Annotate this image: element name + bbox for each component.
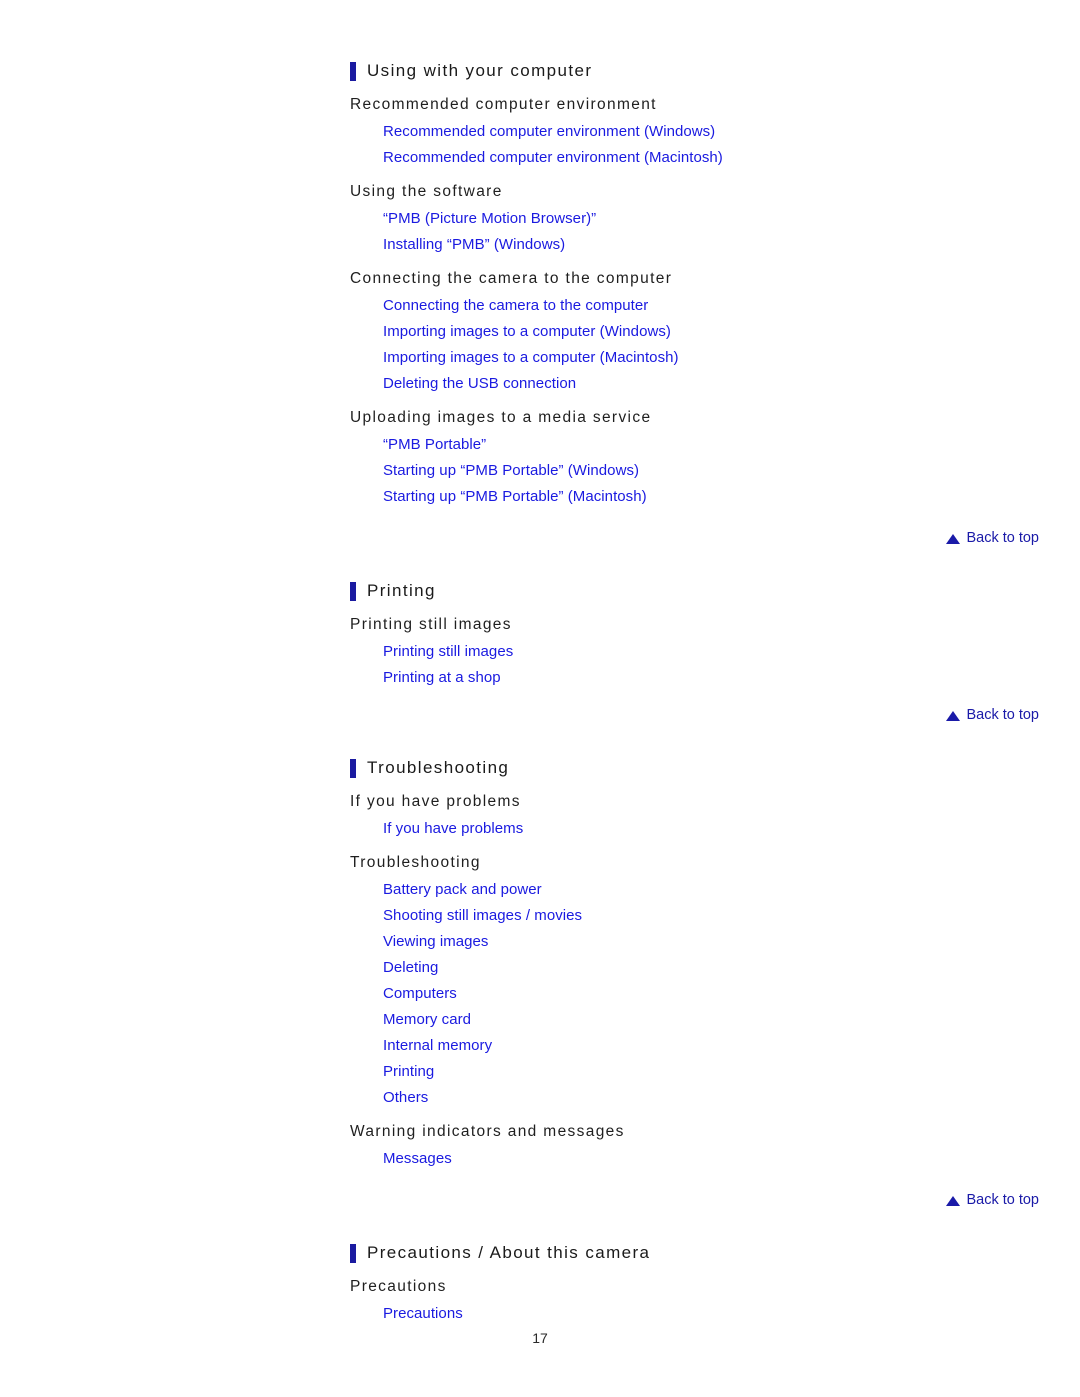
- link-list: Recommended computer environment (Window…: [0, 119, 1080, 171]
- section-accent-bar-icon: [350, 61, 356, 81]
- triangle-up-icon: [946, 534, 961, 544]
- subsection-heading: Troubleshooting: [350, 854, 481, 871]
- toc-link[interactable]: “PMB (Picture Motion Browser)”: [383, 206, 1080, 232]
- link-list: Connecting the camera to the computer Im…: [0, 293, 1080, 397]
- subsection-heading: Uploading images to a media service: [350, 409, 652, 426]
- section-accent-bar-icon: [350, 758, 356, 778]
- subsection-heading: Recommended computer environment: [350, 96, 657, 113]
- toc-link[interactable]: Importing images to a computer (Macintos…: [383, 345, 1080, 371]
- section-heading-label: Using with your computer: [367, 61, 593, 80]
- link-list: Printing still images Printing at a shop: [0, 639, 1080, 691]
- toc-link[interactable]: Others: [383, 1085, 1080, 1111]
- toc-link[interactable]: If you have problems: [383, 816, 1080, 842]
- toc-link[interactable]: Battery pack and power: [383, 877, 1080, 903]
- toc-link[interactable]: Deleting the USB connection: [383, 371, 1080, 397]
- toc-link[interactable]: Messages: [383, 1146, 1080, 1172]
- section-printing: Printing Printing still images Printing …: [0, 578, 1080, 691]
- toc-link[interactable]: Internal memory: [383, 1033, 1080, 1059]
- subsection-heading: Precautions: [350, 1278, 447, 1295]
- section-heading: Printing: [350, 578, 1080, 604]
- section-heading: Troubleshooting: [350, 755, 1080, 781]
- link-list: Messages: [0, 1146, 1080, 1172]
- link-list: Battery pack and power Shooting still im…: [0, 877, 1080, 1111]
- section-heading: Using with your computer: [350, 58, 1080, 84]
- document-page: Using with your computer Recommended com…: [0, 0, 1080, 1397]
- section-heading-label: Troubleshooting: [367, 758, 510, 777]
- section-heading-label: Precautions / About this camera: [367, 1243, 651, 1262]
- section-heading-label: Printing: [367, 581, 436, 600]
- toc-link[interactable]: Deleting: [383, 955, 1080, 981]
- section-using-with-your-computer: Using with your computer Recommended com…: [0, 58, 1080, 510]
- back-to-top-link[interactable]: Back to top: [946, 706, 1039, 724]
- toc-link[interactable]: Printing still images: [383, 639, 1080, 665]
- back-to-top-link[interactable]: Back to top: [946, 529, 1039, 547]
- subsection-heading: Warning indicators and messages: [350, 1123, 625, 1140]
- toc-link[interactable]: Recommended computer environment (Window…: [383, 119, 1080, 145]
- back-to-top-label: Back to top: [966, 1192, 1039, 1208]
- toc-link[interactable]: Printing: [383, 1059, 1080, 1085]
- toc-link[interactable]: Starting up “PMB Portable” (Windows): [383, 458, 1080, 484]
- subsection-heading: Printing still images: [350, 616, 512, 633]
- subsection-heading: Connecting the camera to the computer: [350, 270, 673, 287]
- triangle-up-icon: [946, 1196, 961, 1206]
- toc-link[interactable]: Recommended computer environment (Macint…: [383, 145, 1080, 171]
- link-list: If you have problems: [0, 816, 1080, 842]
- section-heading: Precautions / About this camera: [350, 1240, 1080, 1266]
- back-to-top-label: Back to top: [966, 530, 1039, 546]
- section-precautions-about-this-camera: Precautions / About this camera Precauti…: [0, 1240, 1080, 1327]
- back-to-top-label: Back to top: [966, 707, 1039, 723]
- section-accent-bar-icon: [350, 581, 356, 601]
- page-number: 17: [532, 1330, 548, 1346]
- toc-link[interactable]: Starting up “PMB Portable” (Macintosh): [383, 484, 1080, 510]
- toc-link[interactable]: Importing images to a computer (Windows): [383, 319, 1080, 345]
- link-list: “PMB (Picture Motion Browser)” Installin…: [0, 206, 1080, 258]
- toc-link[interactable]: Installing “PMB” (Windows): [383, 232, 1080, 258]
- section-troubleshooting: Troubleshooting If you have problems If …: [0, 755, 1080, 1172]
- toc-link[interactable]: Printing at a shop: [383, 665, 1080, 691]
- link-list: Precautions: [0, 1301, 1080, 1327]
- subsection-heading: Using the software: [350, 183, 503, 200]
- subsection-heading: If you have problems: [350, 793, 521, 810]
- section-accent-bar-icon: [350, 1243, 356, 1263]
- toc-link[interactable]: Computers: [383, 981, 1080, 1007]
- toc-link[interactable]: Memory card: [383, 1007, 1080, 1033]
- toc-link[interactable]: Viewing images: [383, 929, 1080, 955]
- toc-link[interactable]: Shooting still images / movies: [383, 903, 1080, 929]
- toc-link[interactable]: “PMB Portable”: [383, 432, 1080, 458]
- toc-link[interactable]: Connecting the camera to the computer: [383, 293, 1080, 319]
- back-to-top-link[interactable]: Back to top: [946, 1191, 1039, 1209]
- link-list: “PMB Portable” Starting up “PMB Portable…: [0, 432, 1080, 510]
- triangle-up-icon: [946, 711, 961, 721]
- toc-link[interactable]: Precautions: [383, 1301, 1080, 1327]
